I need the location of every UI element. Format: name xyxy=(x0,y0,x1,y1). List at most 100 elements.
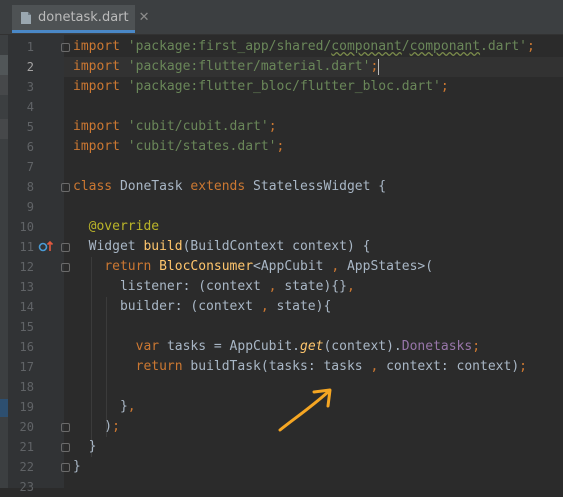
code-token: state){ xyxy=(276,299,332,314)
line-number: 14 xyxy=(19,300,34,314)
code-token: ; xyxy=(440,79,449,94)
code-token: componant xyxy=(331,39,402,54)
text-cursor xyxy=(378,58,380,75)
line-number: 10 xyxy=(19,220,34,234)
code-token: @override xyxy=(88,219,160,234)
line-number: 21 xyxy=(19,440,34,454)
line-number: 5 xyxy=(26,120,34,134)
code-token: builder: (context xyxy=(73,299,261,314)
code-token: import xyxy=(73,119,128,134)
code-token: context: context) xyxy=(386,359,520,374)
dart-file-icon xyxy=(20,11,32,25)
code-token: , xyxy=(268,279,285,294)
line-number: 23 xyxy=(19,480,34,494)
line-number: 4 xyxy=(26,100,34,114)
code-token: } xyxy=(73,459,81,474)
code-token: 'cubit/cubit.dart' xyxy=(127,119,269,134)
code-token: StatelessWidget { xyxy=(253,179,387,194)
code-token: , xyxy=(331,259,347,274)
code-token: ; xyxy=(112,419,120,434)
code-token: <AppCubit xyxy=(253,259,332,274)
tab-title: donetask.dart xyxy=(38,10,129,25)
code-token: import xyxy=(73,59,128,74)
code-line: builder: (context , state){ xyxy=(73,297,331,317)
line-number: 6 xyxy=(26,140,34,154)
code-token: , xyxy=(127,399,136,414)
code-token: return xyxy=(135,359,191,374)
code-token: tasks = AppCubit. xyxy=(166,339,300,354)
code-token: 'cubit/states.dart' xyxy=(127,139,277,154)
code-token: class xyxy=(73,179,120,194)
code-token: Donetasks xyxy=(401,339,473,354)
code-token: var xyxy=(135,339,167,354)
hand-drawn-arrow xyxy=(278,388,332,432)
line-number: 16 xyxy=(19,340,34,354)
editor-tab-bar: donetask.dart ✕ xyxy=(0,0,563,35)
line-number: 13 xyxy=(19,280,34,294)
code-token: } xyxy=(73,399,128,414)
code-line: Widget build(BuildContext context) { xyxy=(73,237,371,257)
line-number: 2 xyxy=(26,60,34,74)
code-token: (context). xyxy=(323,339,402,354)
code-line: import 'cubit/states.dart'; xyxy=(73,137,284,157)
line-number-gutter: 1 2 3 4 5 6 7 8 9 10 11 12 13 14 15 16 17 18 19 20 21 22 23 xyxy=(8,35,70,494)
code-token: AppStates>( xyxy=(346,259,434,274)
line-number: 15 xyxy=(19,320,34,334)
code-token: get xyxy=(300,339,324,354)
line-number: 11 xyxy=(19,240,34,254)
line-number: 22 xyxy=(19,460,34,474)
code-line: var tasks = AppCubit.get(context).Doneta… xyxy=(73,337,480,357)
line-number: 9 xyxy=(26,200,34,214)
code-token: 'package:flutter_bloc/flutter_bloc.dart' xyxy=(127,79,441,94)
line-number: 12 xyxy=(19,260,34,274)
line-number: 1 xyxy=(26,40,34,54)
code-line: }, xyxy=(73,397,136,417)
code-token: , xyxy=(370,359,387,374)
code-token: , xyxy=(260,299,277,314)
line-number: 20 xyxy=(19,420,34,434)
code-token: DoneTask xyxy=(119,179,191,194)
code-line: listener: (context , state){}, xyxy=(73,277,355,297)
line-number: 8 xyxy=(26,180,34,194)
code-token: / xyxy=(401,39,410,54)
line-number: 7 xyxy=(26,160,34,174)
code-token: 'package:first_app/shared/ xyxy=(127,39,332,54)
code-line: class DoneTask extends StatelessWidget { xyxy=(73,177,386,197)
code-token: ; xyxy=(268,119,277,134)
code-token: buildTask(tasks: tasks xyxy=(190,359,371,374)
close-icon[interactable]: ✕ xyxy=(139,10,150,25)
code-line: import 'package:flutter_bloc/flutter_blo… xyxy=(73,77,449,97)
code-line: } xyxy=(73,457,81,477)
code-line: ); xyxy=(73,417,120,437)
line-number: 3 xyxy=(26,80,34,94)
code-token: import xyxy=(73,79,128,94)
code-line: } xyxy=(73,437,97,457)
code-token: ; xyxy=(472,339,481,354)
code-token: ) xyxy=(73,419,113,434)
line-number: 19 xyxy=(19,400,34,414)
code-token: state){} xyxy=(284,279,347,294)
code-token: listener: (context xyxy=(73,279,269,294)
tab-donetask[interactable]: donetask.dart ✕ xyxy=(12,5,150,33)
code-token: (BuildContext context) { xyxy=(182,239,371,254)
code-token: build xyxy=(143,239,183,254)
code-token: ; xyxy=(276,139,285,154)
code-token: extends xyxy=(190,179,254,194)
code-line: import 'package:flutter/material.dart'; xyxy=(73,57,380,77)
code-token: 'package:flutter/material.dart' xyxy=(127,59,371,74)
override-method-icon[interactable] xyxy=(38,239,56,253)
line-number: 17 xyxy=(19,360,34,374)
code-line: return BlocConsumer<AppCubit , AppStates… xyxy=(73,257,433,277)
code-token: ; xyxy=(519,359,527,374)
code-line: return buildTask(tasks: tasks , context:… xyxy=(73,357,527,377)
code-line: @override xyxy=(73,217,159,237)
code-token: import xyxy=(73,139,128,154)
line-number: 18 xyxy=(19,380,34,394)
code-token: return xyxy=(104,259,160,274)
code-token: Widget xyxy=(73,239,144,254)
code-token: } xyxy=(73,439,97,454)
